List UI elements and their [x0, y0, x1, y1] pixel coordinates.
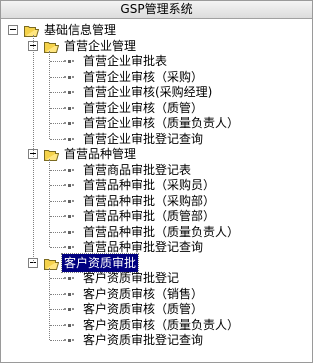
navigation-tree[interactable]: 基础信息管理 首营企业管理 首营企业审批表 首营企业审核（采购） 首营企业审核(采购经理…	[1, 19, 312, 361]
tree-connector-line	[50, 138, 64, 140]
leaf-node-icon	[64, 339, 74, 342]
leaf-node-icon	[64, 323, 74, 327]
tree-leaf-item[interactable]: 客户资质审批登记查询	[1, 331, 312, 349]
leaf-node-icon	[64, 199, 74, 203]
leaf-node-icon	[64, 230, 74, 234]
open-folder-icon	[44, 40, 60, 53]
tree-node-label: 客户资质审批登记查询	[83, 333, 204, 347]
leaf-node-icon	[64, 308, 74, 311]
tree-connector-line	[50, 216, 64, 217]
open-folder-icon	[24, 24, 40, 37]
tree-connector-line	[49, 159, 50, 247]
leaf-node-icon	[64, 168, 74, 172]
tree-connector-line	[50, 92, 64, 93]
tree-connector-line	[50, 278, 64, 279]
leaf-node-icon	[64, 246, 74, 249]
tree-connector-line	[50, 61, 64, 62]
tree-connector-line	[50, 293, 64, 295]
leaf-node-icon	[64, 91, 74, 94]
tree-connector-line	[49, 50, 50, 139]
leaf-node-icon	[64, 292, 74, 296]
open-folder-icon	[44, 257, 60, 270]
leaf-node-icon	[64, 106, 74, 110]
tree-connector-line	[50, 169, 64, 171]
tree-connector-line	[50, 76, 64, 78]
tree-connector-line	[50, 247, 64, 248]
tree-connector-line	[50, 340, 64, 341]
window-title: GSP管理系统	[1, 1, 312, 19]
tree-connector-line	[33, 35, 34, 263]
open-folder-icon	[44, 148, 60, 161]
tree-connector-line	[50, 200, 64, 202]
leaf-node-icon	[64, 75, 74, 79]
leaf-node-icon	[64, 184, 74, 187]
tree-connector-line	[50, 123, 64, 124]
tree-connector-line	[50, 185, 64, 186]
tree-connector-line	[50, 324, 64, 326]
tree-connector-line	[50, 231, 64, 233]
leaf-node-icon	[64, 137, 74, 141]
tree-connector-line	[50, 107, 64, 109]
leaf-node-icon	[64, 277, 74, 280]
tree-connector-line	[50, 309, 64, 310]
leaf-node-icon	[64, 60, 74, 63]
leaf-node-icon	[64, 122, 74, 125]
leaf-node-icon	[64, 215, 74, 218]
gsp-window: GSP管理系统 基础信息管理 首营企业管理 首营企业审批表 首营企业审核（采购） 首营企…	[0, 0, 313, 363]
collapse-toggle-icon[interactable]	[8, 25, 18, 35]
